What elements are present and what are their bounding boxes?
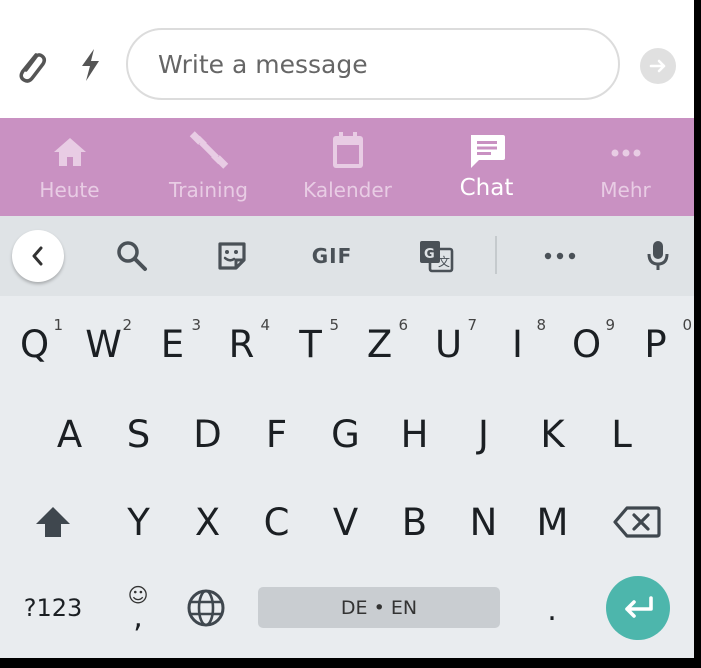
period-key[interactable]: . [524, 584, 580, 636]
backspace-icon [613, 506, 661, 538]
space-key[interactable]: DE • EN [258, 587, 500, 628]
key-h[interactable]: H [380, 408, 449, 460]
key-a[interactable]: A [35, 408, 104, 460]
key-y[interactable]: Y [104, 496, 173, 548]
key-l[interactable]: L [587, 408, 656, 460]
key-r[interactable]: R4 [207, 316, 276, 370]
tab-label: Mehr [600, 178, 651, 202]
shift-key[interactable] [18, 496, 88, 548]
globe-key[interactable] [180, 580, 232, 636]
key-i[interactable]: I8 [483, 316, 552, 370]
more-dots-icon [611, 149, 640, 157]
key-e[interactable]: E3 [138, 316, 207, 370]
keyboard-toolbar: GIF G 文 [0, 216, 694, 296]
key-j[interactable]: J [449, 408, 518, 460]
key-t[interactable]: T5 [276, 316, 345, 370]
key-k[interactable]: K [518, 408, 587, 460]
svg-text:文: 文 [438, 254, 450, 269]
key-o[interactable]: O9 [552, 316, 621, 370]
back-chevron-icon[interactable] [12, 230, 64, 282]
key-z[interactable]: Z6 [345, 316, 414, 370]
tab-label: Kalender [303, 178, 392, 202]
paperclip-icon[interactable] [14, 47, 50, 87]
key-q[interactable]: Q1 [0, 316, 69, 370]
svg-text:G: G [424, 247, 435, 262]
more-icon[interactable] [534, 216, 586, 296]
sticker-icon[interactable] [206, 216, 258, 296]
emoji-comma-key[interactable]: ☺ , [112, 578, 164, 638]
gif-button[interactable]: GIF [306, 216, 358, 296]
tab-label: Heute [39, 178, 100, 202]
key-b[interactable]: B [380, 496, 449, 548]
dumbbell-icon [189, 131, 228, 169]
key-p[interactable]: P0 [621, 316, 692, 370]
screen: Heute Training Kalender [0, 0, 694, 658]
globe-icon [187, 589, 225, 627]
toolbar-divider [495, 236, 497, 274]
key-n[interactable]: N [449, 496, 518, 548]
bottom-tab-nav: Heute Training Kalender Chat Mehr [0, 118, 694, 216]
tab-training[interactable]: Training [139, 118, 278, 216]
tab-label: Chat [459, 175, 514, 201]
symbols-key[interactable]: ?123 [8, 582, 98, 634]
tab-label: Training [169, 178, 248, 202]
send-arrow-icon[interactable] [640, 48, 676, 84]
backspace-key[interactable] [604, 496, 670, 548]
tab-heute[interactable]: Heute [0, 118, 139, 216]
shift-arrow-icon [36, 507, 70, 537]
key-v[interactable]: V [311, 496, 380, 548]
key-d[interactable]: D [173, 408, 242, 460]
tab-mehr[interactable]: Mehr [556, 118, 694, 216]
chat-icon [470, 135, 505, 168]
tab-kalender[interactable]: Kalender [278, 118, 417, 216]
bolt-icon[interactable] [78, 47, 102, 83]
key-m[interactable]: M [518, 496, 587, 548]
key-c[interactable]: C [242, 496, 311, 548]
key-f[interactable]: F [242, 408, 311, 460]
tab-chat[interactable]: Chat [417, 118, 556, 216]
enter-arrow-icon [625, 596, 653, 618]
key-s[interactable]: S [104, 408, 173, 460]
calendar-icon [332, 132, 363, 168]
message-bar [0, 0, 694, 118]
comma-label: , [133, 600, 143, 635]
mic-icon[interactable] [632, 216, 684, 296]
enter-key[interactable] [606, 576, 670, 640]
key-x[interactable]: X [173, 496, 242, 548]
key-w[interactable]: W2 [69, 316, 138, 370]
key-u[interactable]: U7 [414, 316, 483, 370]
key-g[interactable]: G [311, 408, 380, 460]
translate-icon[interactable]: G 文 [410, 216, 462, 296]
message-input[interactable] [126, 28, 620, 100]
search-icon[interactable] [106, 216, 158, 296]
home-icon [53, 138, 86, 166]
